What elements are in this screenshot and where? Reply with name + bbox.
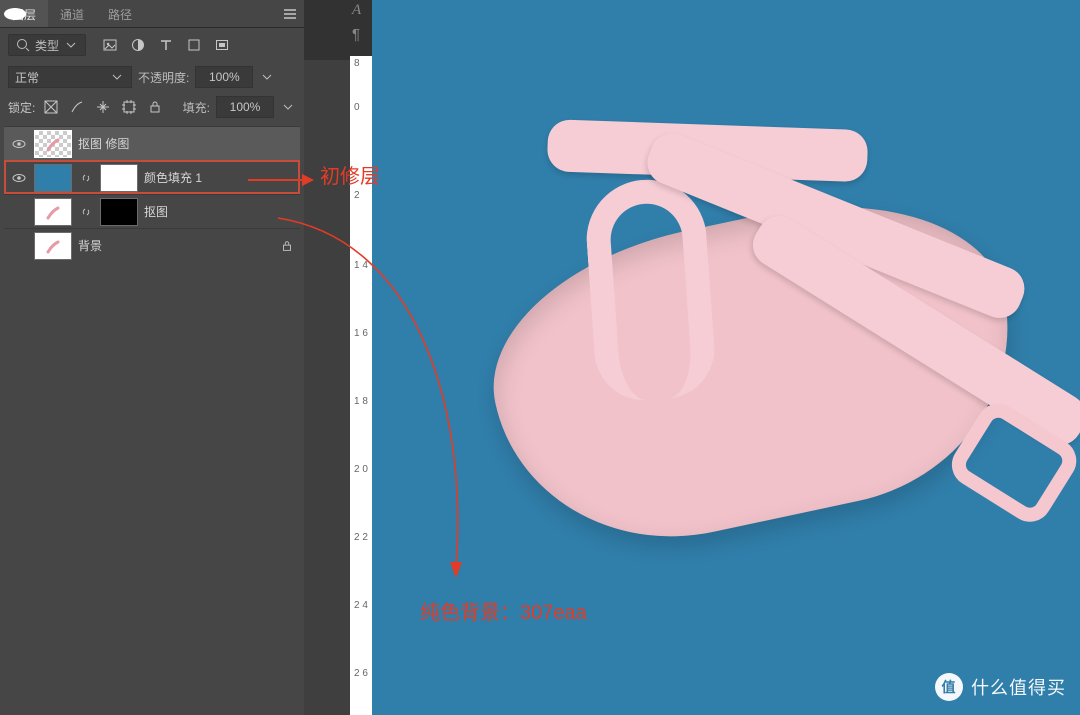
tab-paths[interactable]: 路径 xyxy=(96,0,144,27)
layer-thumbnail[interactable] xyxy=(34,198,72,226)
lock-pixels-icon[interactable] xyxy=(67,97,87,117)
ruler-tick: 1 8 xyxy=(354,396,368,407)
ruler-tick: 2 0 xyxy=(354,464,368,475)
watermark: 值 什么值得买 xyxy=(935,673,1066,701)
layer-row[interactable]: 抠图 修图 xyxy=(4,126,300,160)
chevron-down-icon xyxy=(63,37,79,53)
chevron-down-icon xyxy=(109,69,125,85)
visibility-toggle[interactable] xyxy=(10,135,28,153)
layer-row[interactable]: 颜色填充 1 xyxy=(4,160,300,194)
filter-adjust-icon[interactable] xyxy=(128,35,148,55)
filter-type-icon[interactable] xyxy=(156,35,176,55)
ruler-tick: 8 xyxy=(354,58,360,69)
pilcrow-icon: ¶ xyxy=(352,26,360,43)
chevron-down-icon[interactable] xyxy=(280,99,296,115)
ruler-tick: 1 6 xyxy=(354,328,368,339)
lock-all-icon[interactable] xyxy=(145,97,165,117)
filter-smart-icon[interactable] xyxy=(212,35,232,55)
visibility-toggle[interactable] xyxy=(10,203,28,221)
app-root: 图层 通道 路径 类型 正常 xyxy=(0,0,1080,715)
layer-name[interactable]: 背景 xyxy=(78,237,274,254)
watermark-badge: 值 xyxy=(935,673,963,701)
lock-position-icon[interactable] xyxy=(93,97,113,117)
type-filter-label: 类型 xyxy=(35,37,59,54)
visibility-toggle[interactable] xyxy=(10,237,28,255)
lock-artboard-icon[interactable] xyxy=(119,97,139,117)
watermark-text: 什么值得买 xyxy=(971,674,1066,700)
layer-mask[interactable] xyxy=(100,198,138,226)
lock-row: 锁定: 填充: 100% xyxy=(0,92,304,126)
document-canvas[interactable] xyxy=(372,0,1080,715)
layer-thumbnail[interactable] xyxy=(34,232,72,260)
layer-name[interactable]: 抠图 修图 xyxy=(78,135,294,152)
ruler-tick: 2 2 xyxy=(354,532,368,543)
fill-input[interactable]: 100% xyxy=(216,96,274,118)
opacity-label: 不透明度: xyxy=(138,69,189,86)
eye-icon xyxy=(11,136,27,152)
layer-name[interactable]: 颜色填充 1 xyxy=(144,169,294,186)
ruler-tick: 2 xyxy=(354,190,360,201)
glyph-a-icon: A xyxy=(352,2,361,19)
ruler-tick: 2 4 xyxy=(354,600,368,611)
filter-pixel-icon[interactable] xyxy=(100,35,120,55)
filter-shape-icon[interactable] xyxy=(184,35,204,55)
hamburger-icon xyxy=(282,6,298,22)
tool-strip: A ¶ 8 0 2 1 4 1 6 1 8 2 0 2 2 2 4 2 6 xyxy=(304,0,372,715)
opacity-input[interactable]: 100% xyxy=(195,66,253,88)
blend-mode-select[interactable]: 正常 xyxy=(8,66,132,88)
lock-icons xyxy=(41,97,165,117)
filter-kind-icons xyxy=(100,35,232,55)
product-image xyxy=(385,39,1080,681)
tab-channels[interactable]: 通道 xyxy=(48,0,96,27)
ruler-tick: 2 6 xyxy=(354,668,368,679)
layer-mask[interactable] xyxy=(100,164,138,192)
layer-name[interactable]: 抠图 xyxy=(144,203,294,220)
blend-row: 正常 不透明度: 100% xyxy=(0,62,304,92)
layers-list: 抠图 修图 颜色填充 1 抠图 xyxy=(0,126,304,262)
tool-hint: A ¶ xyxy=(304,0,372,60)
ruler-tick: 1 4 xyxy=(354,260,368,271)
link-icon[interactable] xyxy=(78,170,94,186)
search-icon xyxy=(15,37,31,53)
ruler-tick: 0 xyxy=(354,102,360,113)
layer-row[interactable]: 抠图 xyxy=(4,194,300,228)
layers-panel: 图层 通道 路径 类型 正常 xyxy=(0,0,304,715)
lock-label: 锁定: xyxy=(8,99,35,116)
eye-icon xyxy=(11,170,27,186)
lock-icon xyxy=(280,239,294,253)
chevron-down-icon[interactable] xyxy=(259,69,275,85)
vertical-ruler: 8 0 2 1 4 1 6 1 8 2 0 2 2 2 4 2 6 xyxy=(350,56,372,715)
panel-tabs: 图层 通道 路径 xyxy=(0,0,304,28)
layer-thumbnail[interactable] xyxy=(34,130,72,158)
blend-mode-value: 正常 xyxy=(15,69,39,86)
fill-swatch[interactable] xyxy=(34,164,72,192)
type-filter[interactable]: 类型 xyxy=(8,34,86,56)
panel-menu-button[interactable] xyxy=(276,0,304,27)
link-icon[interactable] xyxy=(78,204,94,220)
visibility-toggle[interactable] xyxy=(10,169,28,187)
fill-label: 填充: xyxy=(183,99,210,116)
lock-transparency-icon[interactable] xyxy=(41,97,61,117)
layer-row[interactable]: 背景 xyxy=(4,228,300,262)
filter-row: 类型 xyxy=(0,28,304,62)
